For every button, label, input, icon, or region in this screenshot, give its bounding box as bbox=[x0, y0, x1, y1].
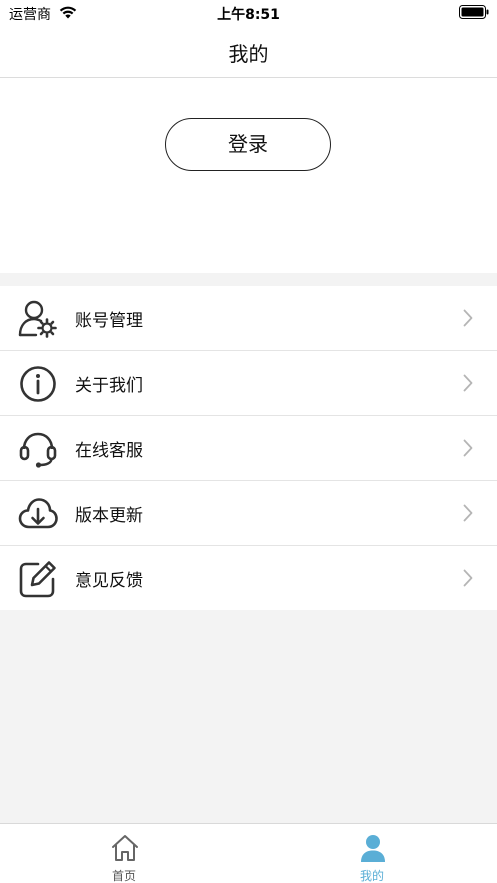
headset-icon bbox=[19, 432, 57, 468]
page-title: 我的 bbox=[228, 42, 269, 66]
chevron-right-icon bbox=[463, 569, 473, 587]
status-bar: 运营商 上午8:51 bbox=[0, 0, 497, 26]
settings-menu: 账号管理 关于我们 在线客服 版本更新 意见反馈 bbox=[0, 286, 497, 610]
login-button[interactable]: 登录 bbox=[165, 118, 331, 171]
edit-icon bbox=[19, 561, 56, 598]
chevron-right-icon bbox=[463, 374, 473, 392]
menu-item-label: 关于我们 bbox=[75, 376, 143, 396]
account-settings-icon bbox=[18, 300, 57, 338]
menu-item-feedback[interactable]: 意见反馈 bbox=[0, 546, 497, 610]
nav-bar: 我的 bbox=[0, 26, 497, 78]
menu-item-label: 账号管理 bbox=[75, 311, 143, 331]
info-icon bbox=[20, 366, 56, 402]
tab-bar: 首页 我的 bbox=[0, 823, 497, 883]
menu-item-label: 在线客服 bbox=[75, 441, 143, 461]
user-icon bbox=[361, 835, 385, 862]
menu-item-label: 版本更新 bbox=[75, 506, 143, 526]
tab-label: 首页 bbox=[111, 869, 136, 883]
chevron-right-icon bbox=[463, 309, 473, 327]
tab-label: 我的 bbox=[359, 869, 384, 883]
menu-item-about-us[interactable]: 关于我们 bbox=[0, 351, 497, 416]
menu-item-label: 意见反馈 bbox=[75, 571, 143, 591]
menu-item-online-service[interactable]: 在线客服 bbox=[0, 416, 497, 481]
cloud-download-icon bbox=[18, 498, 58, 529]
login-panel: 登录 bbox=[0, 78, 497, 273]
tab-home[interactable]: 首页 bbox=[0, 824, 248, 883]
tab-mine[interactable]: 我的 bbox=[248, 824, 496, 883]
menu-item-account-management[interactable]: 账号管理 bbox=[0, 286, 497, 351]
battery-icon bbox=[459, 5, 489, 19]
chevron-right-icon bbox=[463, 439, 473, 457]
status-time: 上午8:51 bbox=[217, 7, 280, 23]
menu-item-version-update[interactable]: 版本更新 bbox=[0, 481, 497, 546]
home-icon bbox=[112, 835, 138, 861]
chevron-right-icon bbox=[463, 504, 473, 522]
